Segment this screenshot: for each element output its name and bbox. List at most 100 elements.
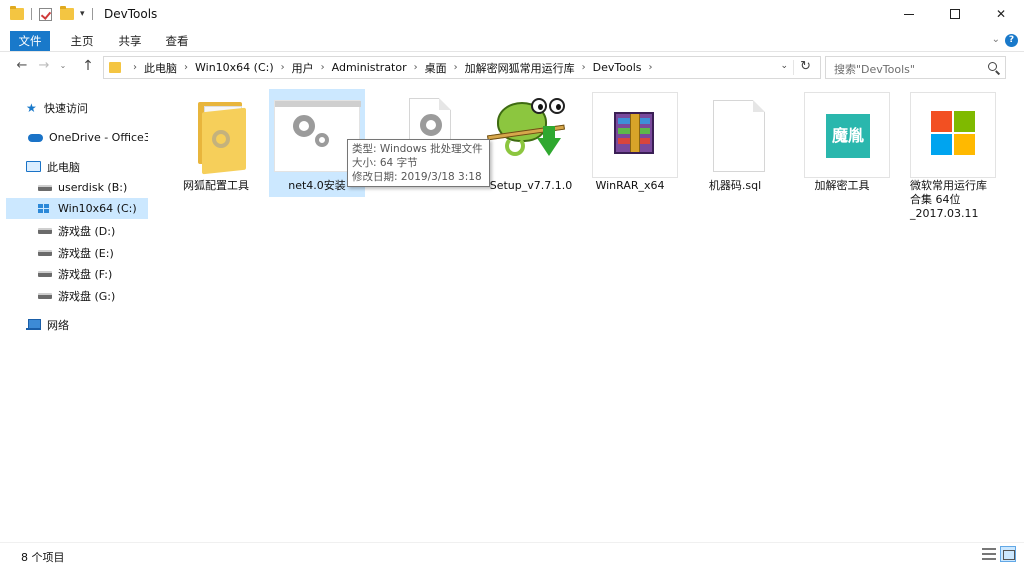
tooltip-type: 类型: Windows 批处理文件 — [352, 143, 483, 155]
divider — [31, 8, 32, 20]
ribbon: 文件 主页 共享 查看 ⌄ ? — [0, 28, 1024, 52]
address-history-dropdown-icon[interactable]: ⌄ — [780, 61, 788, 71]
new-folder-icon[interactable] — [60, 6, 74, 20]
sidebar-item-label: userdisk (B:) — [58, 181, 128, 194]
minimize-button[interactable] — [886, 0, 932, 28]
sidebar-item-label: 游戏盘 (E:) — [58, 246, 114, 260]
breadcrumb-item[interactable]: 加解密网狐常用运行库 — [465, 60, 575, 76]
breadcrumb-item[interactable]: Administrator — [332, 61, 407, 74]
gear-icon — [420, 114, 442, 136]
sidebar-item-label: Win10x64 (C:) — [58, 202, 137, 215]
maximize-button[interactable] — [932, 0, 978, 28]
network-icon — [26, 318, 41, 331]
tab-file[interactable]: 文件 — [10, 31, 50, 51]
tab-home[interactable]: 主页 — [67, 31, 97, 51]
close-button[interactable]: ✕ — [978, 0, 1024, 28]
drive-icon — [38, 292, 52, 299]
microsoft-logo — [931, 111, 975, 155]
windows-drive-icon — [38, 204, 52, 213]
chevron-right-icon[interactable]: › — [582, 62, 586, 73]
sql-file-icon — [697, 92, 783, 178]
sidebar-item-quick-access[interactable]: ★ 快速访问 — [6, 97, 148, 118]
chevron-right-icon[interactable]: › — [281, 62, 285, 73]
sidebar-item-label: OneDrive - Office365 — [49, 131, 148, 144]
window-title: DevTools — [104, 7, 158, 21]
back-button[interactable]: ← — [14, 57, 30, 75]
quick-access-toolbar: ▾ — [10, 6, 100, 22]
title-bar: ▾ DevTools ✕ — [0, 0, 1024, 28]
breadcrumb-item[interactable]: Win10x64 (C:) — [195, 61, 274, 74]
folder-icon — [10, 6, 24, 20]
recent-locations-button[interactable]: ⌄ — [55, 57, 71, 75]
item-count: 8 个项目 — [21, 551, 65, 564]
expand-ribbon-icon[interactable]: ⌄ — [992, 34, 1000, 45]
chevron-right-icon[interactable]: › — [649, 62, 653, 73]
tab-view[interactable]: 查看 — [162, 31, 192, 51]
sidebar-item-label: 游戏盘 (D:) — [58, 224, 116, 238]
sidebar-item-drive-f[interactable]: 游戏盘 (F:) — [6, 263, 148, 284]
search-input[interactable]: 搜索"DevTools" — [825, 56, 1006, 79]
drive-icon — [38, 249, 52, 256]
breadcrumb-item[interactable]: 桌面 — [425, 60, 447, 76]
sidebar-item-drive-d[interactable]: 游戏盘 (D:) — [6, 220, 148, 241]
address-bar[interactable]: › 此电脑 › Win10x64 (C:) › 用户 › Administrat… — [103, 56, 821, 79]
file-info-tooltip: 类型: Windows 批处理文件 大小: 64 字节 修改日期: 2019/3… — [347, 139, 490, 187]
sidebar-item-label: 快速访问 — [44, 101, 88, 115]
mohu-app-icon: 魔胤 — [804, 92, 890, 178]
help-icon[interactable]: ? — [1005, 34, 1018, 47]
list-line — [982, 558, 996, 560]
file-thumbnail-header — [275, 101, 361, 107]
list-line — [982, 548, 996, 550]
tab-share[interactable]: 共享 — [115, 31, 145, 51]
large-icons-view-icon[interactable] — [1000, 546, 1016, 562]
divider — [91, 8, 93, 20]
chameleon-tail — [505, 136, 525, 156]
chevron-right-icon[interactable]: › — [133, 62, 137, 73]
pupil — [538, 104, 543, 110]
file-name: 机器码.sql — [708, 179, 762, 192]
maximize-icon — [950, 9, 960, 19]
forward-button[interactable]: → — [36, 57, 52, 75]
divider — [793, 60, 794, 75]
sidebar-item-onedrive[interactable]: OneDrive - Office365 — [6, 127, 148, 148]
chevron-right-icon[interactable]: › — [454, 62, 458, 73]
chevron-right-icon[interactable]: › — [414, 62, 418, 73]
customize-toolbar-dropdown-icon[interactable]: ▾ — [80, 8, 85, 20]
refresh-button[interactable]: ↻ — [800, 59, 811, 74]
winrar-icon — [592, 92, 678, 178]
sidebar-item-drive-g[interactable]: 游戏盘 (G:) — [6, 285, 148, 306]
list-line — [982, 553, 996, 555]
window-controls: ✕ — [886, 0, 1024, 28]
search-placeholder: 搜索"DevTools" — [834, 63, 915, 76]
pupil — [556, 104, 561, 110]
folder-icon — [109, 62, 121, 73]
minimize-icon — [904, 13, 914, 15]
chevron-right-icon[interactable]: › — [184, 62, 188, 73]
logo-square-blue — [931, 134, 952, 155]
details-view-icon[interactable] — [982, 547, 996, 561]
logo-square-yellow — [954, 134, 975, 155]
chevron-right-icon[interactable]: › — [321, 62, 325, 73]
microsoft-logo-icon — [910, 92, 996, 178]
search-icon[interactable] — [988, 62, 997, 71]
breadcrumb-item[interactable]: 用户 — [292, 60, 314, 76]
properties-icon[interactable] — [39, 7, 52, 21]
up-button[interactable]: ↑ — [80, 57, 96, 75]
tooltip-modified-date: 修改日期: 2019/3/18 3:18 — [352, 171, 482, 183]
star-icon: ★ — [26, 100, 37, 115]
gear-icon — [212, 130, 230, 148]
sidebar-item-this-pc[interactable]: 此电脑 — [6, 156, 148, 177]
sidebar-item-label: 网络 — [47, 318, 69, 332]
sidebar-item-win10x64[interactable]: Win10x64 (C:) — [6, 198, 148, 219]
sidebar-item-userdisk[interactable]: userdisk (B:) — [6, 177, 148, 198]
sidebar-item-label: 游戏盘 (G:) — [58, 289, 116, 303]
status-bar: 8 个项目 — [0, 542, 1024, 564]
breadcrumb-item[interactable]: 此电脑 — [144, 60, 177, 76]
folder-icon — [178, 92, 264, 178]
pc-icon — [26, 161, 41, 172]
sidebar-item-network[interactable]: 网络 — [6, 314, 148, 335]
document-corner — [753, 100, 765, 112]
sidebar-item-label: 游戏盘 (F:) — [58, 267, 113, 281]
breadcrumb-item[interactable]: DevTools — [593, 61, 642, 74]
sidebar-item-drive-e[interactable]: 游戏盘 (E:) — [6, 242, 148, 263]
